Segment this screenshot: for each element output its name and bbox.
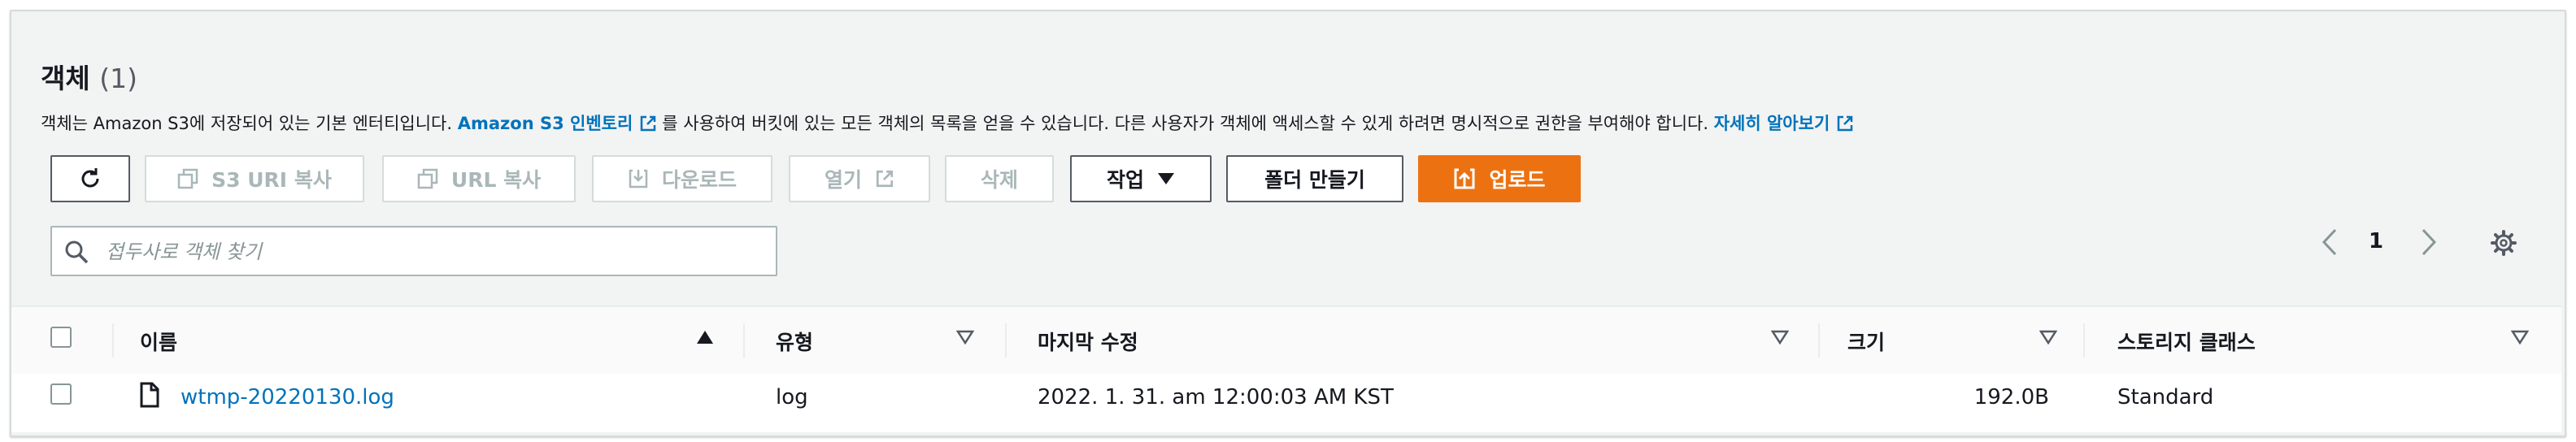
preferences-button[interactable] <box>2490 229 2517 262</box>
copy-icon <box>177 168 198 189</box>
actions-label: 작업 <box>1106 168 1144 192</box>
object-last-modified: 2022. 1. 31. am 12:00:03 AM KST <box>1038 385 1394 410</box>
object-type: log <box>776 385 808 410</box>
sort-icon[interactable] <box>955 330 975 348</box>
column-header-storage-class[interactable]: 스토리지 클래스 <box>2117 327 2256 356</box>
create-folder-button[interactable]: 폴더 만들기 <box>1226 155 1403 202</box>
delete-label: 삭제 <box>980 168 1018 192</box>
object-storage-class: Standard <box>2117 385 2214 410</box>
column-header-last-modified[interactable]: 마지막 수정 <box>1038 327 1138 356</box>
sort-icon[interactable] <box>1770 330 1790 348</box>
previous-page-button[interactable] <box>2321 228 2339 260</box>
chevron-left-icon <box>2321 228 2339 260</box>
sort-icon[interactable] <box>2039 330 2058 348</box>
description-text-2: 를 사용하여 버킷에 있는 모든 객체의 목록을 얻을 수 있습니다. 다른 사… <box>662 114 1709 133</box>
column-header-size[interactable]: 크기 <box>1847 327 1885 356</box>
column-divider <box>112 323 114 358</box>
column-divider <box>1005 323 1007 358</box>
caret-down-icon <box>1157 172 1175 185</box>
column-header-type[interactable]: 유형 <box>776 327 813 356</box>
object-name-link[interactable]: wtmp-20220130.log <box>181 385 394 410</box>
copy-s3-uri-button[interactable]: S3 URI 복사 <box>145 155 364 202</box>
external-link-icon <box>639 115 657 136</box>
copy-url-button[interactable]: URL 복사 <box>382 155 576 202</box>
download-label: 다운로드 <box>661 168 737 192</box>
search-box[interactable] <box>50 226 777 276</box>
column-divider <box>1818 323 1820 358</box>
object-size: 192.0B <box>1973 385 2049 410</box>
copy-url-label: URL 복사 <box>450 168 542 192</box>
object-count: (1) <box>99 63 137 94</box>
upload-button[interactable]: 업로드 <box>1418 155 1581 202</box>
sort-ascending-icon[interactable] <box>696 330 714 348</box>
current-page-number[interactable]: 1 <box>2369 229 2383 254</box>
actions-dropdown[interactable]: 작업 <box>1070 155 1212 202</box>
inventory-link[interactable]: Amazon S3 인벤토리 <box>458 114 633 133</box>
table-row: wtmp-20220130.log log 2022. 1. 31. am 12… <box>11 374 2561 432</box>
delete-button[interactable]: 삭제 <box>945 155 1054 202</box>
description-text-1: 객체는 Amazon S3에 저장되어 있는 기본 엔터티입니다. <box>41 114 453 133</box>
next-page-button[interactable] <box>2420 228 2438 260</box>
refresh-button[interactable] <box>50 155 130 202</box>
title-text: 객체 <box>41 63 90 94</box>
row-checkbox[interactable] <box>50 384 72 405</box>
copy-s3-uri-label: S3 URI 복사 <box>211 168 332 192</box>
download-button[interactable]: 다운로드 <box>592 155 772 202</box>
description: 객체는 Amazon S3에 저장되어 있는 기본 엔터티입니다. Amazon… <box>41 110 1859 136</box>
search-input[interactable] <box>104 234 758 270</box>
copy-icon <box>417 168 438 189</box>
upload-label: 업로드 <box>1489 168 1546 192</box>
learn-more-link[interactable]: 자세히 알아보기 <box>1714 114 1830 133</box>
download-icon <box>628 168 649 189</box>
external-link-icon <box>875 169 894 188</box>
open-label: 열기 <box>824 168 862 192</box>
column-divider <box>743 323 745 358</box>
file-icon <box>138 382 161 411</box>
gear-icon <box>2490 230 2517 260</box>
upload-icon <box>1453 167 1476 190</box>
external-link-icon <box>1836 115 1854 136</box>
select-all-checkbox[interactable] <box>50 327 72 348</box>
page-title: 객체 (1) <box>41 57 137 96</box>
refresh-icon <box>77 166 103 192</box>
column-divider <box>2083 323 2085 358</box>
sort-icon[interactable] <box>2510 330 2530 348</box>
table-header: 이름 유형 마지막 수정 크기 스토리지 클래스 <box>11 306 2561 375</box>
column-header-name[interactable]: 이름 <box>140 327 177 356</box>
create-folder-label: 폴더 만들기 <box>1264 168 1365 192</box>
chevron-right-icon <box>2420 228 2438 260</box>
open-button[interactable]: 열기 <box>789 155 930 202</box>
